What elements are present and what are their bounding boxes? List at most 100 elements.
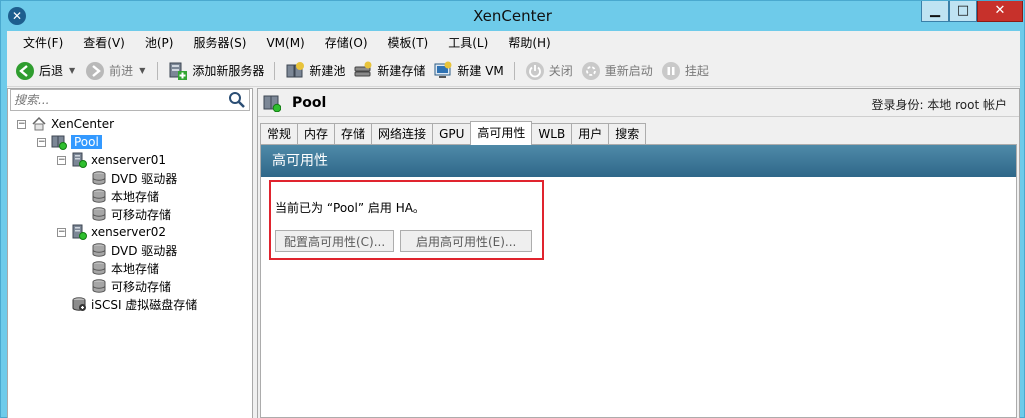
tree-node-dvd[interactable]: DVD 驱动器: [91, 241, 177, 259]
minimize-button[interactable]: ▁: [921, 1, 949, 22]
tree-label: 可移动存储: [111, 207, 172, 222]
back-arrow-icon: [16, 61, 34, 80]
add-server-label: 添加新服务器: [192, 64, 265, 78]
menu-bar: 文件(F) 查看(V) 池(P) 服务器(S) VM(M) 存储(O) 模板(T…: [7, 31, 1020, 55]
tree-node-removable-storage[interactable]: 可移动存储: [91, 205, 171, 223]
menu-server[interactable]: 服务器(S): [183, 32, 256, 54]
reboot-button[interactable]: 重新启动: [577, 59, 657, 83]
forward-button[interactable]: 前进: [81, 59, 137, 83]
shared-storage-icon: [72, 297, 86, 311]
shutdown-button[interactable]: 关闭: [521, 59, 577, 83]
collapse-icon[interactable]: −: [37, 137, 46, 147]
tree-label: 本地存储: [111, 189, 160, 204]
tab-high-availability[interactable]: 高可用性: [470, 121, 533, 145]
new-pool-button[interactable]: 新建池: [281, 59, 349, 83]
tree-label: DVD 驱动器: [111, 243, 178, 258]
suspend-button[interactable]: 挂起: [657, 59, 713, 83]
close-button[interactable]: ✕: [977, 1, 1023, 22]
forward-label: 前进: [109, 64, 134, 78]
storage-icon: [92, 279, 106, 293]
toolbar-separator: [513, 61, 515, 80]
new-vm-label: 新建 VM: [457, 64, 504, 78]
tab-wlb[interactable]: WLB: [531, 123, 573, 144]
power-icon: [525, 61, 544, 80]
menu-pool[interactable]: 池(P): [135, 32, 184, 54]
tab-memory[interactable]: 内存: [297, 123, 336, 144]
new-storage-button[interactable]: 新建存储: [349, 59, 429, 83]
search-icon[interactable]: [228, 91, 246, 109]
tab-search[interactable]: 搜索: [608, 123, 647, 144]
tree-node-local-storage[interactable]: 本地存储: [91, 259, 159, 277]
configure-ha-button[interactable]: 配置高可用性(C)...: [275, 230, 395, 252]
menu-view[interactable]: 查看(V): [73, 32, 135, 54]
tab-gpu[interactable]: GPU: [432, 123, 472, 144]
tab-strip: 常规 内存 存储 网络连接 GPU 高可用性 WLB 用户 搜索: [260, 121, 647, 145]
search-input[interactable]: [11, 90, 221, 110]
tree-node-xencenter[interactable]: − XenCenter: [17, 115, 114, 133]
window-title: XenCenter: [473, 7, 552, 25]
tree-node-iscsi-storage[interactable]: iSCSI 虚拟磁盘存储: [71, 295, 197, 313]
ha-content: 当前已为 “Pool” 启用 HA。 配置高可用性(C)... 启用高可用性(E…: [275, 189, 538, 252]
shutdown-label: 关闭: [548, 64, 573, 78]
xencenter-window: ✕ XenCenter ▁ □ ✕ 文件(F) 查看(V) 池(P) 服务器(S…: [0, 0, 1025, 418]
ha-banner: 高可用性: [261, 145, 1016, 177]
pause-icon: [661, 61, 680, 80]
page-title: Pool: [292, 95, 327, 111]
maximize-button[interactable]: □: [949, 1, 977, 22]
new-pool-label: 新建池: [309, 64, 346, 78]
login-status: 登录身份: 本地 root 帐户: [871, 98, 1007, 112]
tree-label: DVD 驱动器: [111, 171, 178, 186]
new-vm-icon: [434, 61, 452, 78]
menu-storage[interactable]: 存储(O): [315, 32, 378, 54]
title-bar[interactable]: ✕ XenCenter ▁ □ ✕: [1, 1, 1024, 31]
server-icon: [72, 152, 87, 168]
tree-label: iSCSI 虚拟磁盘存储: [91, 297, 198, 312]
storage-icon: [92, 171, 106, 185]
toolbar-separator: [157, 61, 159, 80]
new-pool-icon: [286, 61, 305, 77]
suspend-label: 挂起: [684, 64, 709, 78]
add-server-button[interactable]: 添加新服务器: [164, 59, 268, 83]
new-vm-button[interactable]: 新建 VM: [429, 59, 507, 83]
storage-icon: [92, 243, 106, 257]
home-icon: [32, 116, 46, 131]
back-dropdown-icon[interactable]: ▼: [69, 66, 75, 75]
tree-node-server[interactable]: − xenserver02: [57, 223, 166, 241]
tree-label-selected: Pool: [71, 135, 102, 149]
menu-file[interactable]: 文件(F): [13, 32, 73, 54]
tab-general[interactable]: 常规: [260, 123, 299, 144]
tree-label: xenserver02: [91, 225, 166, 239]
toolbar-separator: [274, 61, 276, 80]
ha-tab-content: 高可用性 当前已为 “Pool” 启用 HA。 配置高可用性(C)... 启用高…: [260, 144, 1017, 418]
tree-node-local-storage[interactable]: 本地存储: [91, 187, 159, 205]
new-storage-label: 新建存储: [377, 64, 426, 78]
reboot-label: 重新启动: [604, 64, 653, 78]
tree-node-removable-storage[interactable]: 可移动存储: [91, 277, 171, 295]
storage-icon: [92, 261, 106, 275]
client-area: 文件(F) 查看(V) 池(P) 服务器(S) VM(M) 存储(O) 模板(T…: [7, 31, 1020, 418]
window-controls: ▁ □ ✕: [921, 1, 1023, 22]
tree-node-server[interactable]: − xenserver01: [57, 151, 166, 169]
tree-node-dvd[interactable]: DVD 驱动器: [91, 169, 177, 187]
menu-templates[interactable]: 模板(T): [378, 32, 439, 54]
tab-storage[interactable]: 存储: [334, 123, 373, 144]
details-header: Pool 登录身份: 本地 root 帐户: [258, 89, 1019, 117]
menu-vm[interactable]: VM(M): [256, 32, 314, 54]
tree-label: 本地存储: [111, 261, 160, 276]
search-box[interactable]: [10, 89, 250, 111]
reboot-icon: [581, 61, 600, 80]
collapse-icon[interactable]: −: [57, 227, 66, 237]
collapse-icon[interactable]: −: [57, 155, 66, 165]
menu-help[interactable]: 帮助(H): [498, 32, 560, 54]
tree-node-pool[interactable]: − Pool: [37, 133, 102, 151]
tab-users[interactable]: 用户: [571, 123, 610, 144]
ha-status-text: 当前已为 “Pool” 启用 HA。: [275, 201, 425, 215]
menu-tools[interactable]: 工具(L): [438, 32, 498, 54]
tab-networking[interactable]: 网络连接: [371, 123, 434, 144]
forward-dropdown-icon[interactable]: ▼: [139, 66, 145, 75]
storage-icon: [92, 189, 106, 203]
back-button[interactable]: 后退: [11, 59, 67, 83]
enable-ha-button[interactable]: 启用高可用性(E)...: [400, 230, 533, 252]
collapse-icon[interactable]: −: [17, 119, 26, 129]
storage-icon: [92, 207, 106, 221]
